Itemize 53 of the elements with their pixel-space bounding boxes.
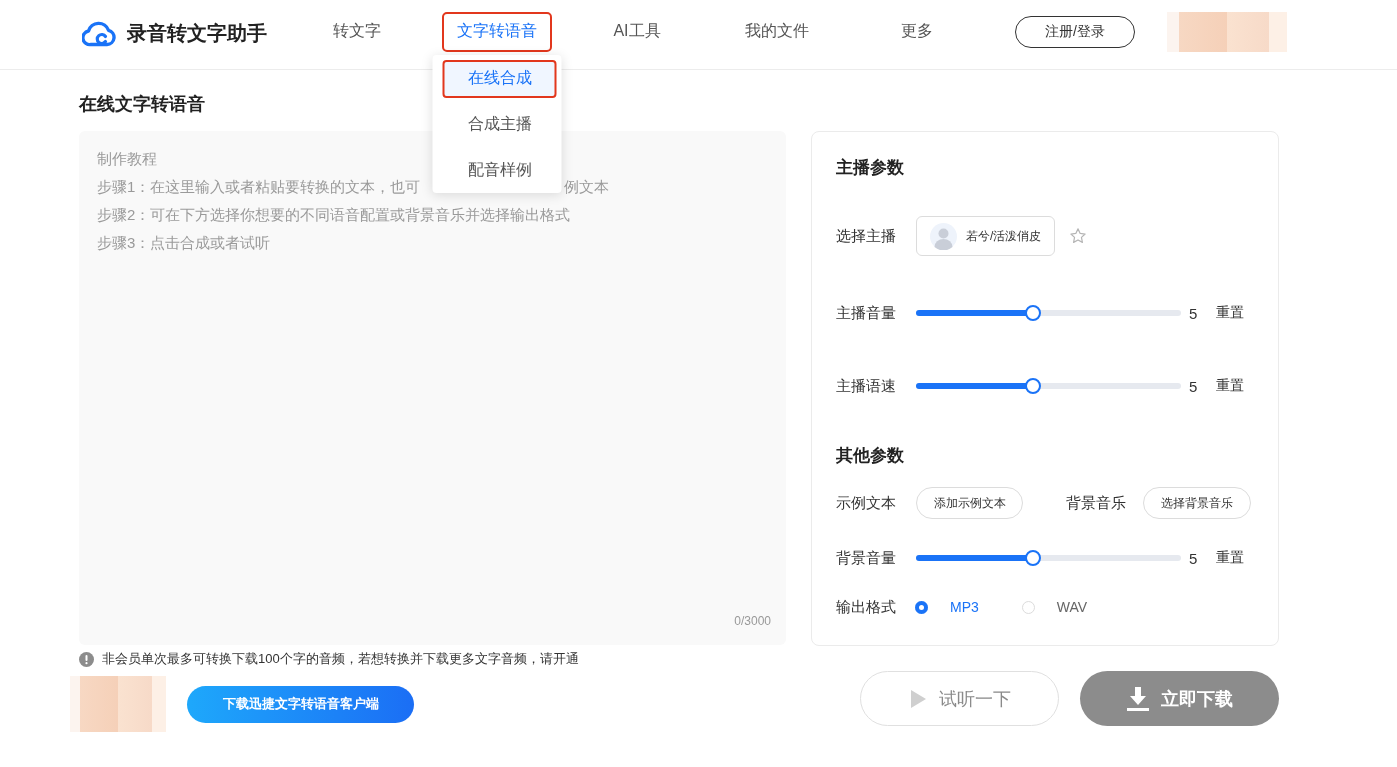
slider-label: 背景音量 [836, 548, 897, 568]
slider-track[interactable] [916, 555, 1181, 561]
radio-label[interactable]: MP3 [950, 599, 979, 615]
download-icon [1126, 686, 1149, 711]
slider-handle[interactable] [1024, 550, 1041, 566]
slider-handle[interactable] [1024, 378, 1041, 394]
field-label: 输出格式 [836, 597, 897, 617]
slider-label: 主播语速 [836, 376, 897, 396]
slider-track[interactable] [916, 383, 1181, 389]
radio-label[interactable]: WAV [1056, 599, 1088, 615]
placeholder-text: 例文本 [564, 177, 609, 197]
page-title: 在线文字转语音 [79, 93, 205, 115]
field-label: 背景音乐 [1066, 493, 1126, 513]
star-icon[interactable] [1069, 227, 1087, 245]
radio-button[interactable] [1021, 600, 1035, 614]
nav-tab[interactable]: 文字转语音 [442, 11, 552, 52]
reset-button[interactable]: 重置 [1216, 304, 1244, 322]
radio-button[interactable] [915, 600, 928, 614]
placeholder-text: 步骤2：可在下方选择你想要的不同语音配置或背景音乐并选择输出格式 [97, 205, 571, 225]
nav-tab[interactable]: 我的文件 [722, 11, 832, 52]
slider-track[interactable] [916, 310, 1181, 316]
choose-music-button[interactable]: 选择背景音乐 [1143, 487, 1251, 519]
nav-tab[interactable]: 更多 [862, 11, 972, 52]
slider-label: 主播音量 [836, 303, 897, 323]
exclamation-icon [79, 651, 94, 667]
cloud-logo-icon [82, 20, 116, 47]
placeholder-text: 步骤3：点击合成或者试听 [97, 233, 271, 253]
field-label: 选择主播 [836, 226, 897, 246]
slider-value: 5 [1189, 549, 1199, 567]
notice-text: 非会员单次最多可转换下载100个字的音频，若想转换并下载更多文字音频，请开通 [102, 650, 579, 668]
reset-button[interactable]: 重置 [1216, 549, 1244, 567]
placeholder-text: 制作教程 [97, 149, 157, 169]
section-title: 其他参数 [836, 445, 904, 467]
nav-tab[interactable]: 转文字 [302, 11, 412, 52]
add-sample-text-button[interactable]: 添加示例文本 [916, 487, 1023, 519]
character-counter: 0/3000 [734, 613, 771, 629]
play-icon [908, 688, 927, 709]
login-button[interactable]: 注册/登录 [1015, 15, 1135, 48]
slider[interactable] [916, 550, 1181, 566]
voice-anchor-button[interactable]: 若兮/活泼俏皮 [916, 216, 1055, 256]
slider-value: 5 [1189, 377, 1199, 395]
menu-item[interactable]: 在线合成 [442, 59, 557, 98]
slider[interactable] [916, 378, 1181, 394]
site-logo-text: 录音转文字助手 [127, 21, 267, 46]
field-label: 示例文本 [836, 493, 897, 513]
slider[interactable] [916, 305, 1181, 321]
placeholder-text: 步骤1：在这里输入或者粘贴要转换的文本，也可 [97, 177, 421, 197]
slider-value: 5 [1189, 304, 1199, 322]
nav-tab[interactable]: AI工具 [582, 11, 692, 52]
reset-button[interactable]: 重置 [1216, 377, 1244, 395]
section-title: 主播参数 [836, 157, 904, 179]
person-avatar-icon [930, 222, 957, 250]
slider-handle[interactable] [1024, 305, 1041, 321]
